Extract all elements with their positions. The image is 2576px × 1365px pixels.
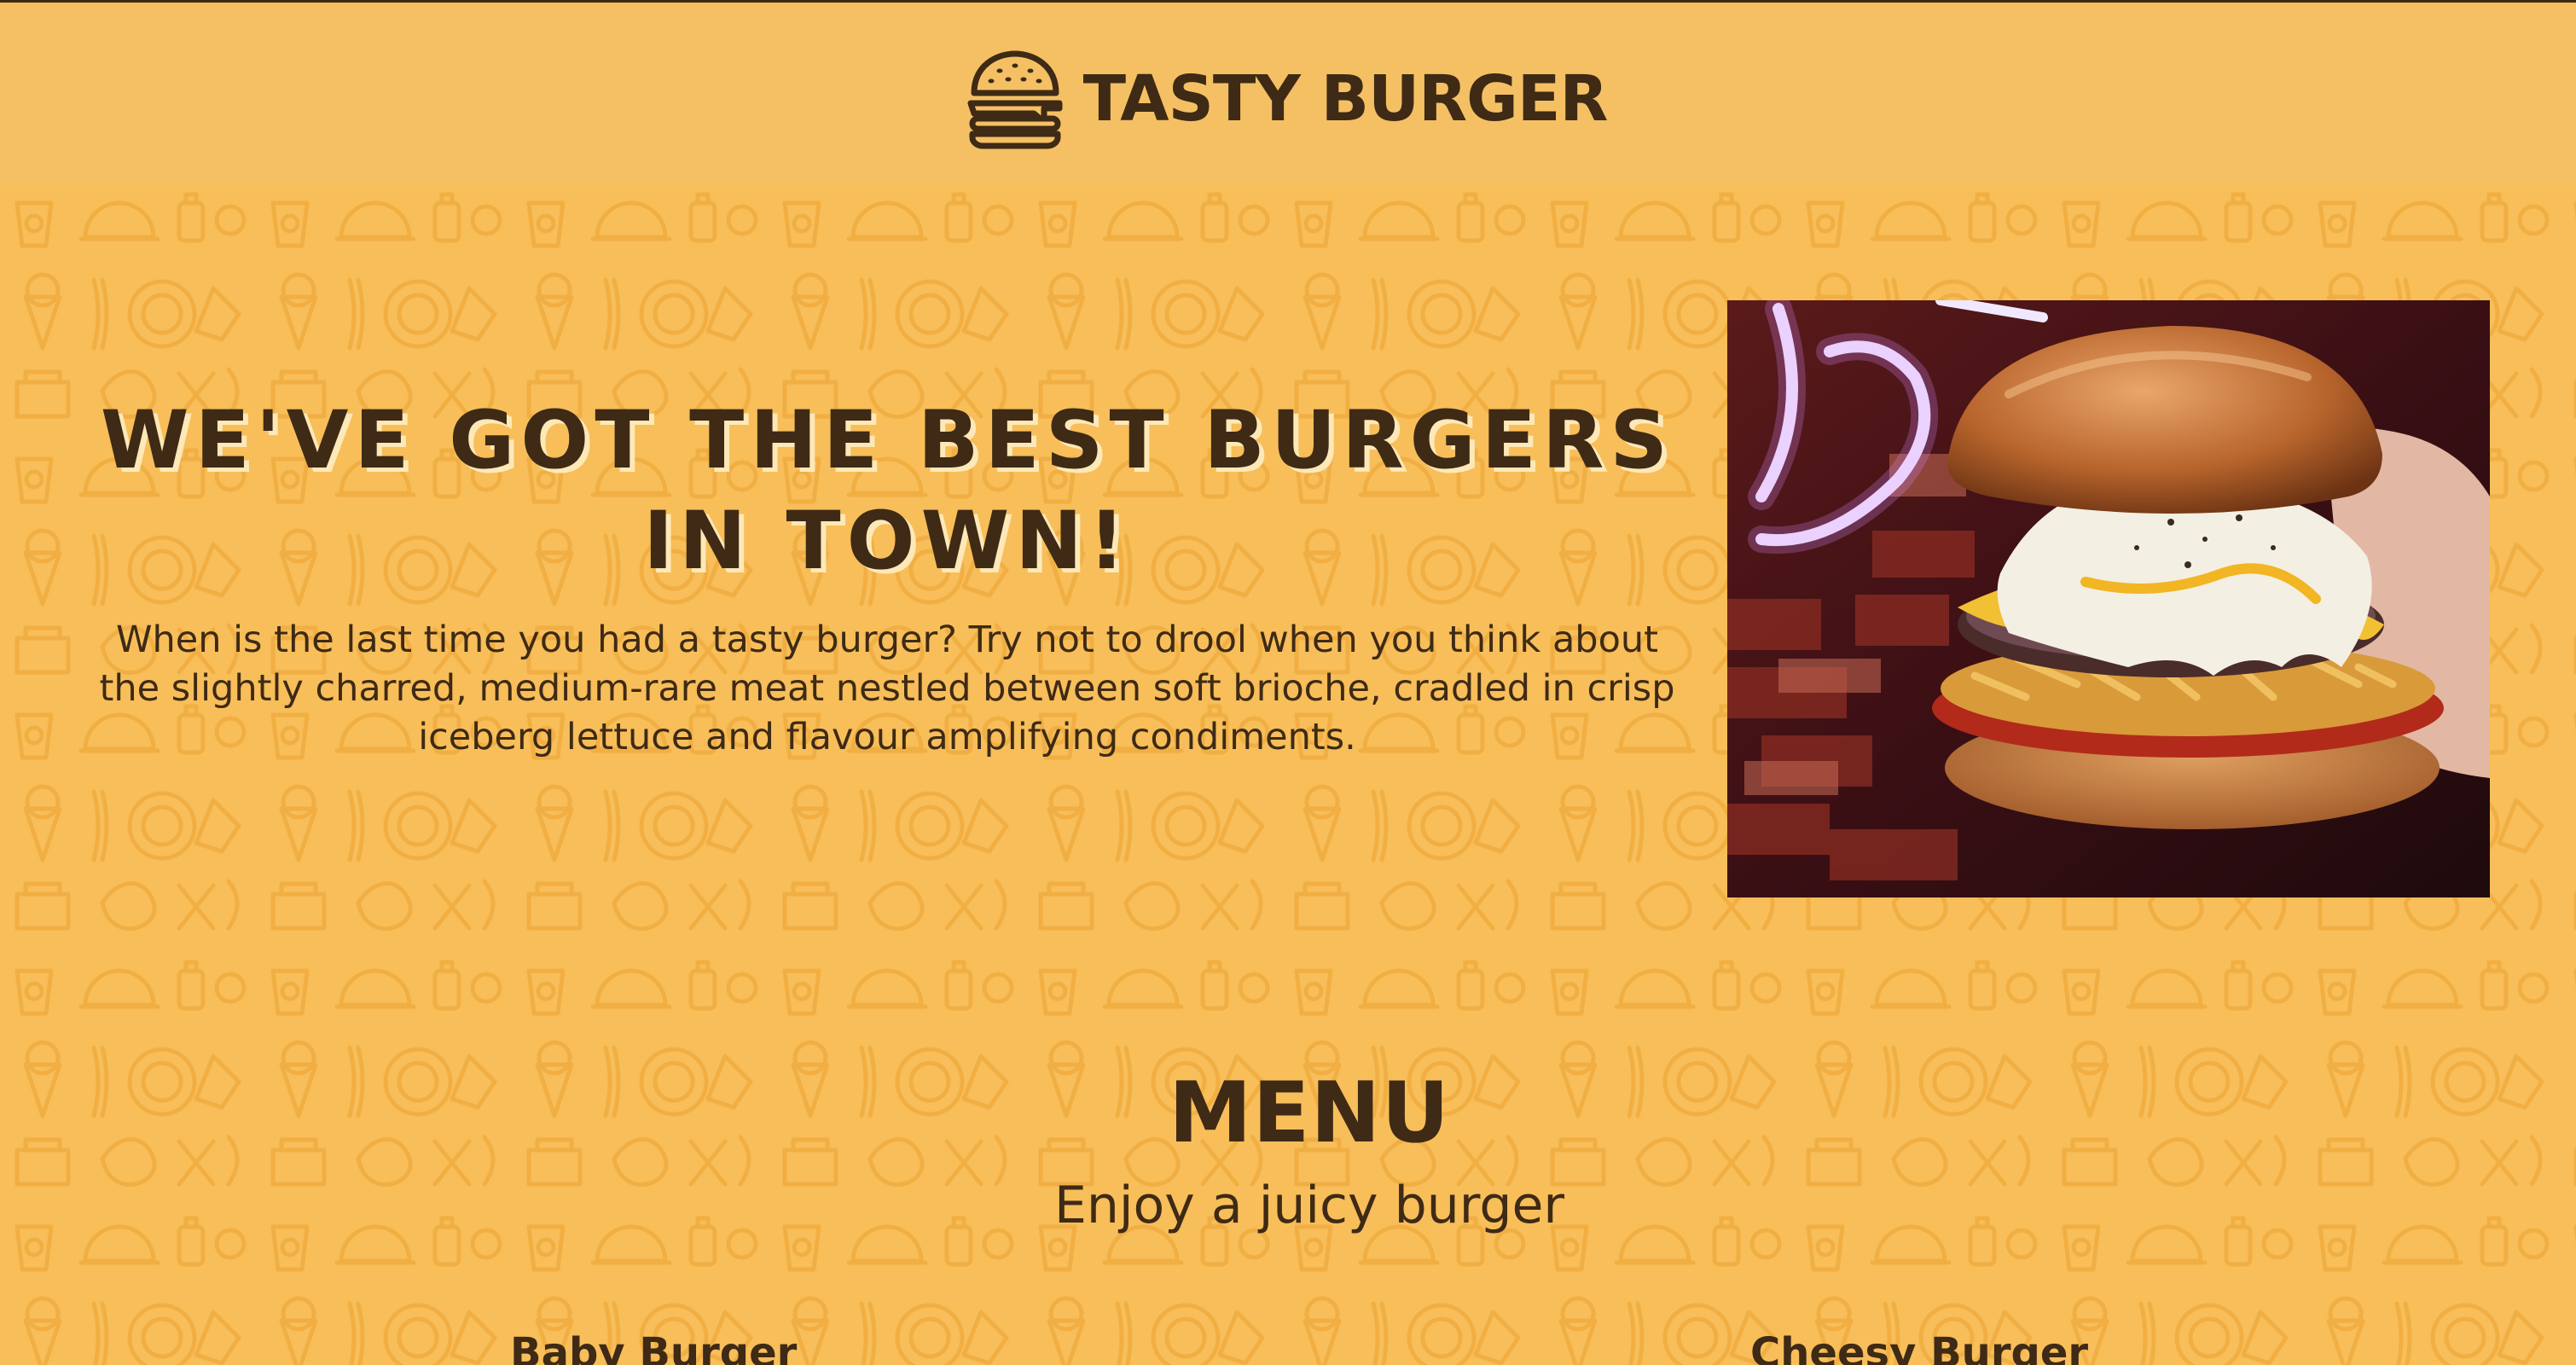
hero-text: We've got the best burgers in town! When… xyxy=(85,391,1689,762)
brand-name: TASTY BURGER xyxy=(1082,61,1609,136)
burger-photo xyxy=(1727,300,2490,897)
burger-icon xyxy=(967,50,1063,148)
hero-title: We've got the best burgers in town! xyxy=(100,394,1674,588)
menu-subtitle: Enjoy a juicy burger xyxy=(1053,1176,1565,1235)
menu-heading: MENU xyxy=(1168,1065,1451,1162)
site-header: TASTY BURGER xyxy=(0,0,2576,186)
menu-item-baby-burger[interactable]: Baby Burger xyxy=(510,1329,797,1365)
hero-description: When is the last time you had a tasty bu… xyxy=(99,619,1675,758)
page: TASTY BURGER WE'VE GOT THE BEST BURGERS … xyxy=(0,0,2576,1365)
menu-item-cheesy-burger[interactable]: Cheesy Burger xyxy=(1750,1329,2088,1365)
brand[interactable]: TASTY BURGER xyxy=(966,49,1608,149)
main-content: We've got the best burgers in town! When… xyxy=(0,186,2576,1365)
